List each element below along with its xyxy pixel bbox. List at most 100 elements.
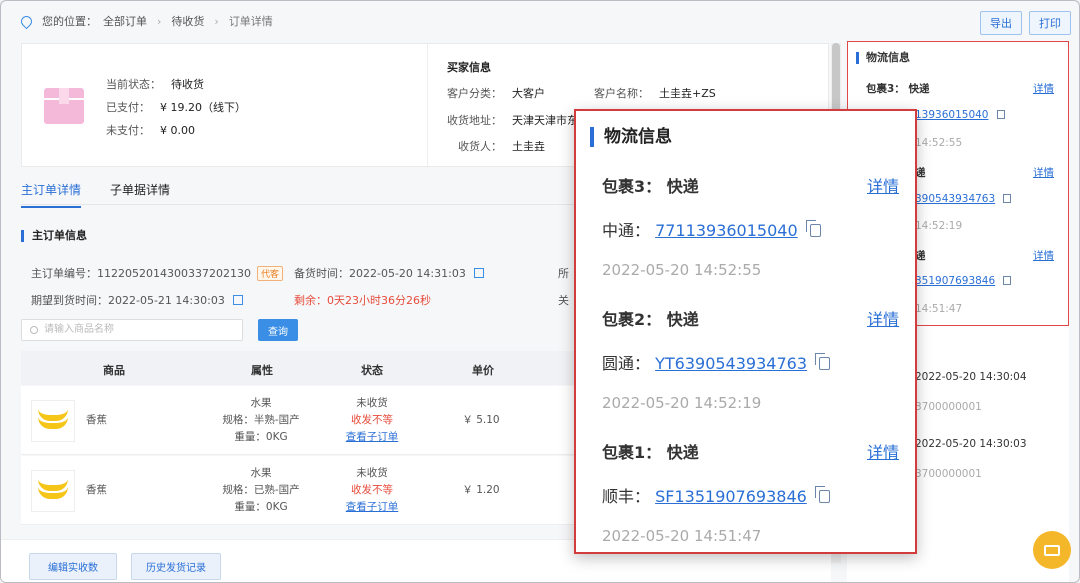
export-button[interactable]: 导出	[980, 11, 1022, 35]
popup-detail-1[interactable]: 详情	[867, 439, 899, 463]
customer-type-value: 大客户	[512, 87, 545, 100]
view-sub-order-link[interactable]: 查看子订单	[332, 499, 412, 516]
copy-icon[interactable]	[805, 220, 821, 237]
divider	[427, 44, 428, 168]
order-number: 主订单编号：1122052014300337202130 代客	[31, 265, 283, 281]
carrier-label: 顺丰：	[602, 487, 651, 506]
status-label: 当前状态：	[106, 78, 161, 91]
search-icon	[30, 326, 38, 334]
copy-icon[interactable]	[815, 353, 830, 370]
rp-detail-1[interactable]: 详情	[1033, 248, 1054, 263]
breadcrumb: 您的位置： 全部订单 › 待收货 › 订单详情	[18, 13, 273, 29]
tab-main-order[interactable]: 主订单详情	[21, 181, 82, 208]
customer-type: 客户分类： 大客户	[447, 85, 545, 101]
breadcrumb-separator: ›	[157, 14, 162, 28]
print-button[interactable]: 打印	[1029, 11, 1071, 35]
copy-icon[interactable]	[996, 110, 1005, 119]
logistics-popup: 物流信息 包裹3： 快递 详情 中通： 77113936015040 2022-…	[574, 109, 917, 554]
product-name: 香蕉	[86, 414, 107, 426]
rp-time-1: 14:51:47	[915, 303, 963, 315]
breadcrumb-all-orders[interactable]: 全部订单	[103, 13, 147, 29]
paid-value: ¥ 19.20（线下）	[160, 101, 246, 114]
tab-sub-order[interactable]: 子单据详情	[110, 181, 170, 206]
address: 收货地址： 天津天津市东丽	[447, 112, 589, 128]
receiver: 收货人： 土圭垚	[458, 138, 545, 154]
query-button[interactable]: 查询	[258, 319, 298, 341]
rp-record-no-2: 3700000001	[915, 468, 982, 480]
carrier-label: 圆通：	[602, 354, 651, 373]
attribute-cell: 水果 规格：已熟-国产 重量：0KG	[211, 465, 311, 516]
unit-price: ￥ 5.10	[462, 414, 500, 426]
prep-time-text: 备货时间：2022-05-20 14:31:03	[294, 267, 466, 280]
tracking-number-link[interactable]: SF1351907693846	[655, 487, 807, 506]
receive-status: 未收货	[356, 467, 388, 479]
rp-record-time-2: 2022-05-20 14:30:03	[915, 438, 1027, 450]
rp-detail-3[interactable]: 详情	[1033, 81, 1054, 96]
customer-name-value: 土圭垚+ZS	[659, 87, 716, 100]
rp-time-2: 14:52:19	[915, 220, 963, 232]
paid-label: 已支付：	[106, 101, 150, 114]
col-attribute: 属性	[251, 364, 273, 377]
right-logistics-title: 物流信息	[856, 52, 910, 64]
rp-tracking-2-link[interactable]: 390543934763	[915, 193, 995, 205]
chat-icon[interactable]	[1033, 531, 1071, 569]
product-search-input[interactable]: 请输入商品名称	[21, 319, 243, 341]
popup-tracking-2: 圆通： YT6390543934763	[602, 350, 830, 374]
unit-price: ￥ 1.20	[462, 484, 500, 496]
view-sub-order-link[interactable]: 查看子订单	[332, 429, 412, 446]
mismatch-status: 收发不等	[351, 414, 393, 426]
top-bar: 您的位置： 全部订单 › 待收货 › 订单详情 导出 打印	[1, 1, 1079, 41]
rp-record-time-1: 2022-05-20 14:30:04	[915, 371, 1027, 383]
edit-received-button[interactable]: 编辑实收数	[29, 553, 117, 580]
col-product: 商品	[103, 364, 125, 377]
unpaid-value: ¥ 0.00	[160, 124, 195, 137]
attribute-category: 水果	[250, 467, 272, 479]
main-order-title: 主订单信息	[21, 230, 87, 242]
expected-arrival: 期望到货时间：2022-05-21 14:30:03	[31, 292, 243, 308]
copy-icon[interactable]	[814, 486, 830, 503]
popup-title: 物流信息	[590, 127, 672, 147]
customer-name-label: 客户名称：	[594, 87, 649, 100]
edit-icon[interactable]	[232, 295, 243, 305]
attribute-spec: 规格：半熟-国产	[222, 414, 300, 426]
popup-detail-2[interactable]: 详情	[867, 306, 899, 330]
status-row: 当前状态： 待收货	[106, 76, 204, 92]
rp-tracking-1: 351907693846	[915, 275, 1012, 287]
status-cell: 未收货 收发不等 查看子订单	[332, 395, 412, 446]
breadcrumb-pending[interactable]: 待收货	[171, 13, 204, 29]
attribute-cell: 水果 规格：半熟-国产 重量：0KG	[211, 395, 311, 446]
breadcrumb-separator: ›	[214, 14, 219, 28]
shipping-history-button[interactable]: 历史发货记录	[131, 553, 221, 580]
rp-time-3: 14:52:55	[915, 137, 963, 149]
copy-icon[interactable]	[1003, 194, 1012, 203]
tracking-number-link[interactable]: YT6390543934763	[655, 354, 807, 373]
popup-time-2: 2022-05-20 14:52:19	[602, 394, 762, 412]
col-price: 单价	[472, 364, 494, 377]
edit-icon[interactable]	[473, 268, 484, 278]
truncated-field-a: 所	[558, 267, 569, 280]
tracking-number-link[interactable]: 77113936015040	[655, 221, 798, 240]
buyer-info-title: 买家信息	[447, 61, 491, 74]
banana-image	[31, 400, 75, 442]
rp-detail-2[interactable]: 详情	[1033, 165, 1054, 180]
remaining-time: 剩余：0天23小时36分26秒	[294, 294, 431, 307]
customer-name: 客户名称： 土圭垚+ZS	[594, 85, 716, 101]
attribute-weight: 重量：0KG	[234, 501, 288, 513]
copy-icon[interactable]	[1003, 276, 1012, 285]
popup-time-1: 2022-05-20 14:51:47	[602, 527, 762, 545]
popup-package-1: 包裹1： 快递	[602, 443, 699, 462]
status-value: 待收货	[171, 78, 204, 91]
popup-tracking-1: 顺丰： SF1351907693846	[602, 483, 830, 507]
search-placeholder: 请输入商品名称	[44, 324, 114, 335]
popup-detail-3[interactable]: 详情	[867, 173, 899, 197]
col-status: 状态	[361, 364, 383, 377]
product-name: 香蕉	[86, 484, 107, 496]
banana-image	[31, 470, 75, 512]
receive-status: 未收货	[356, 397, 388, 409]
breadcrumb-current: 订单详情	[228, 15, 273, 28]
rp-tracking-3-link[interactable]: 13936015040	[915, 109, 989, 121]
receiver-label: 收货人：	[458, 140, 502, 153]
rp-tracking-1-link[interactable]: 351907693846	[915, 275, 995, 287]
popup-time-3: 2022-05-20 14:52:55	[602, 261, 762, 279]
address-label: 收货地址：	[447, 114, 502, 127]
